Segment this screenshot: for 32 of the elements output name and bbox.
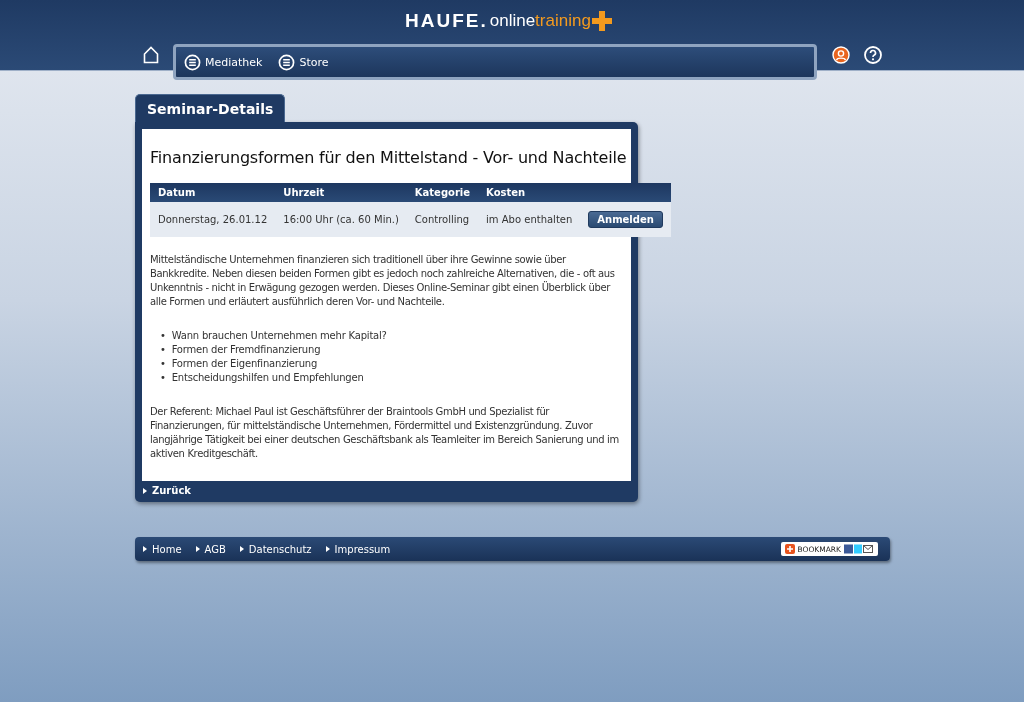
home-icon[interactable]	[143, 46, 159, 64]
footer-link[interactable]: Home	[143, 543, 182, 555]
column-header: Datum	[150, 183, 276, 202]
column-header: Uhrzeit	[275, 183, 407, 202]
footer-link[interactable]: AGB	[195, 543, 226, 555]
table-cell: 16:00 Uhr (ca. 60 Min.)	[275, 202, 407, 237]
menu-icon	[184, 53, 201, 71]
share-icons-drawing	[844, 544, 874, 554]
plus-icon	[591, 11, 612, 31]
register-button[interactable]: Anmelden	[588, 211, 663, 228]
plus-icon	[784, 544, 795, 554]
table-cell: Controlling	[406, 202, 479, 237]
table-cell: im Abo enthalten	[478, 202, 581, 237]
table-cell: Donnerstag, 26.01.12	[150, 202, 276, 237]
footer-link[interactable]: Datenschutz	[239, 543, 312, 555]
nav-link[interactable]: Store	[278, 53, 329, 71]
nav-link[interactable]: Mediathek	[184, 53, 263, 71]
menu-icon	[278, 53, 296, 71]
description-paragraph: Mittelständische Unternehmen finanzieren sich traditionell über ihre Gewinne sowie über Bankkredite. Neben diesen beiden Formen gibt es jedoch noch zahlreiche Alternativen, die - oft aus Unkenntnis - nicht in Erwägung gezogen werden. Dieses Online-Seminar gibt einen Überblick über alle Formen und erläutert ausführlich deren Vor- und Nachteile.	[150, 253, 616, 309]
bullet-item: • Entscheidungshilfen und Empfehlungen	[160, 371, 364, 385]
back-link[interactable]: Zurück	[135, 481, 638, 502]
seminar-title: Finanzierungsformen für den Mittelstand - Vor- und Nachteile	[150, 147, 627, 169]
user-icon[interactable]	[832, 46, 850, 64]
logo[interactable]: HAUFE.onlinetraining	[405, 10, 612, 32]
footer-link[interactable]: Impressum	[325, 543, 391, 555]
bullet-item: • Formen der Eigenfinanzierung	[160, 357, 318, 371]
help-icon[interactable]	[864, 46, 882, 64]
bullet-item: • Formen der Fremdfinanzierung	[160, 343, 321, 357]
speaker-paragraph: Der Referent: Michael Paul ist Geschäftsführer der Braintools GmbH und Spezialist für Finanzierungen, für mittelständische Unternehmen, Fördermittel und Existenzgründung. Zuvor langjährige Tätigkeit bei einer deutschen Geschäftsbank als Teamleiter im Bereich Sanierung und im aktiven Kreditgeschäft.	[150, 405, 620, 461]
column-header: Kategorie	[406, 183, 479, 202]
column-header: Kosten	[478, 183, 581, 202]
bullet-item: • Wann brauchen Unternehmen mehr Kapital?	[160, 329, 387, 343]
